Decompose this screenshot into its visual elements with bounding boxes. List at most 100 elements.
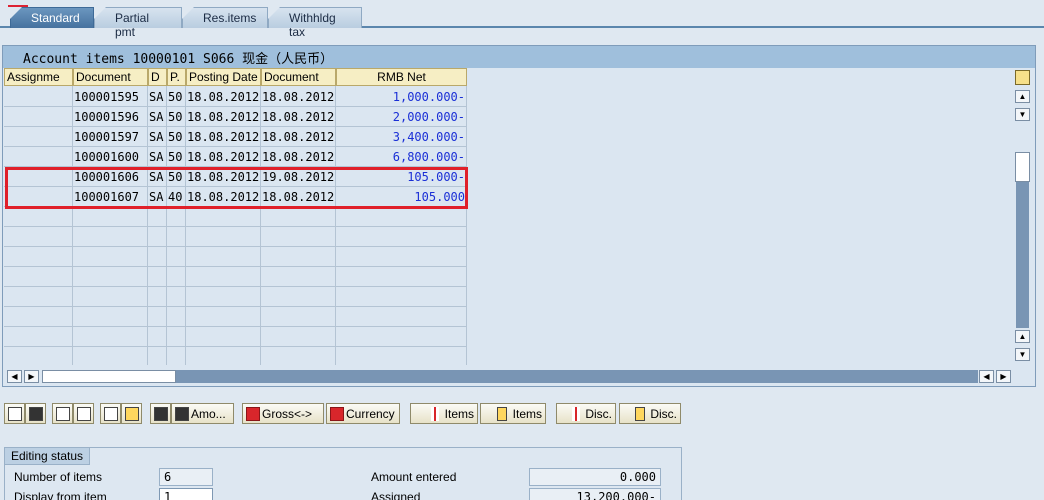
deactivate-items-button[interactable] [73, 403, 94, 424]
select-all-button[interactable] [4, 403, 25, 424]
cell-posting-key: 50 [168, 110, 183, 124]
binoculars-icon [175, 407, 189, 421]
currency-button[interactable]: Currency [326, 403, 400, 424]
col-header-rmb-net[interactable]: RMB Net [336, 68, 467, 86]
cell-doc-type: SA [149, 110, 164, 124]
col-header-posting-key[interactable]: P. [167, 68, 186, 86]
button-label: Items [444, 407, 474, 421]
filter-button[interactable] [121, 403, 142, 424]
col-header-assignment[interactable]: Assignme [4, 68, 73, 86]
tab-label: Partial pmt [115, 11, 150, 39]
button-label: Amo... [191, 407, 226, 421]
tab-standard[interactable]: Standard [10, 7, 94, 28]
number-of-items-label: Number of items [14, 470, 103, 484]
discount-filtered-button[interactable]: Disc. [619, 403, 681, 424]
layout-settings-icon[interactable] [1015, 70, 1030, 85]
cell-posting-date: 18.08.2012 [187, 130, 260, 144]
cell-rmb-net: 3,400.000- [392, 130, 465, 144]
scroll-up-icon[interactable]: ▼ [1015, 108, 1030, 121]
scroll-far-right-icon[interactable]: ▶ [996, 370, 1011, 383]
button-label: Currency [346, 407, 395, 421]
col-header-document-date[interactable]: Document [261, 68, 336, 86]
scroll-bottom-icon[interactable]: ▼ [1015, 348, 1030, 361]
toggle-icon [246, 407, 260, 421]
scroll-top-icon[interactable]: ▲ [1015, 90, 1030, 103]
scroll-right-icon[interactable]: ▶ [24, 370, 39, 383]
amount-entered-label: Amount entered [371, 470, 457, 484]
col-header-doc-type[interactable]: D [148, 68, 167, 86]
scroll-far-left-icon[interactable]: ◀ [979, 370, 994, 383]
col-header-document[interactable]: Document [73, 68, 148, 86]
account-items-table: Assignme Document D P. Posting Date Docu… [4, 68, 467, 365]
filter-icon [125, 407, 139, 421]
tab-residual-items[interactable]: Res.items [182, 7, 268, 28]
highlight-box [5, 167, 468, 209]
currency-icon [330, 407, 344, 421]
tab-bar: Standard Partial pmt Res.items Withhldg … [0, 0, 1044, 39]
vertical-scroll-track[interactable] [1016, 182, 1029, 328]
find-button[interactable] [150, 403, 171, 424]
cell-document: 100001595 [74, 90, 140, 104]
row-divider [4, 326, 467, 327]
tab-label: Withhldg tax [289, 11, 336, 39]
cell-doc-type: SA [149, 90, 164, 104]
activate-icon [56, 407, 70, 421]
tab-label: Res.items [203, 11, 257, 25]
row-divider [4, 306, 467, 307]
items-filtered-button[interactable]: Items [480, 403, 546, 424]
row-divider [4, 226, 467, 227]
row-divider [4, 286, 467, 287]
tab-label: Standard [31, 11, 80, 25]
cell-posting-key: 50 [168, 150, 183, 164]
cell-doc-type: SA [149, 130, 164, 144]
deactivate-icon [77, 407, 91, 421]
tab-withholding-tax[interactable]: Withhldg tax [268, 7, 362, 39]
gross-net-button[interactable]: Gross<-> [242, 403, 324, 424]
editing-status-group: Editing status Number of items 6 Display… [4, 447, 682, 500]
discount-button[interactable]: Disc. [556, 403, 616, 424]
cell-rmb-net: 2,000.000- [392, 110, 465, 124]
funnel-icon [497, 407, 508, 421]
cell-posting-date: 18.08.2012 [187, 110, 260, 124]
cell-rmb-net: 6,800.000- [392, 150, 465, 164]
cell-posting-key: 50 [168, 130, 183, 144]
scroll-down-icon[interactable]: ▲ [1015, 330, 1030, 343]
vertical-scrollbar[interactable]: ▲ ▼ ▲ ▼ [1015, 90, 1030, 366]
button-label: Disc. [585, 407, 612, 421]
col-header-posting-date[interactable]: Posting Date [186, 68, 261, 86]
number-of-items-field: 6 [159, 468, 213, 486]
row-divider [4, 346, 467, 347]
horizontal-scroll-track[interactable] [176, 370, 978, 383]
cell-posting-date: 18.08.2012 [187, 90, 260, 104]
marker-icon [571, 407, 580, 421]
cell-rmb-net: 1,000.000- [392, 90, 465, 104]
cell-document-date: 18.08.2012 [262, 130, 335, 144]
funnel-icon [634, 407, 645, 421]
cell-posting-date: 18.08.2012 [187, 150, 260, 164]
deselect-all-button[interactable] [25, 403, 46, 424]
button-label: Disc. [650, 407, 677, 421]
vertical-scroll-thumb[interactable] [1015, 152, 1030, 182]
sort-button[interactable] [100, 403, 121, 424]
action-toolbar: Amo... Gross<-> Currency Items Items Dis… [0, 403, 1044, 425]
account-items-panel: Account items 10000101 S066 现金（人民币） Assi… [2, 45, 1036, 387]
binoculars-icon [154, 407, 168, 421]
tab-partial-payment[interactable]: Partial pmt [94, 7, 182, 39]
display-from-item-input[interactable]: 1 [159, 488, 213, 500]
amount-entered-field: 0.000 [529, 468, 661, 486]
cell-document-date: 18.08.2012 [262, 150, 335, 164]
cell-posting-key: 50 [168, 90, 183, 104]
horizontal-scroll-thumb[interactable] [42, 370, 176, 383]
display-from-item-label: Display from item [14, 490, 107, 500]
row-divider [4, 266, 467, 267]
row-divider [4, 106, 467, 107]
scroll-left-icon[interactable]: ◀ [7, 370, 22, 383]
editing-status-title: Editing status [5, 448, 91, 465]
panel-title: Account items 10000101 S066 现金（人民币） [3, 46, 1035, 68]
row-divider [4, 146, 467, 147]
items-button[interactable]: Items [410, 403, 478, 424]
activate-items-button[interactable] [52, 403, 73, 424]
cell-doc-type: SA [149, 150, 164, 164]
find-amount-button[interactable]: Amo... [171, 403, 234, 424]
assigned-label: Assigned [371, 490, 421, 500]
